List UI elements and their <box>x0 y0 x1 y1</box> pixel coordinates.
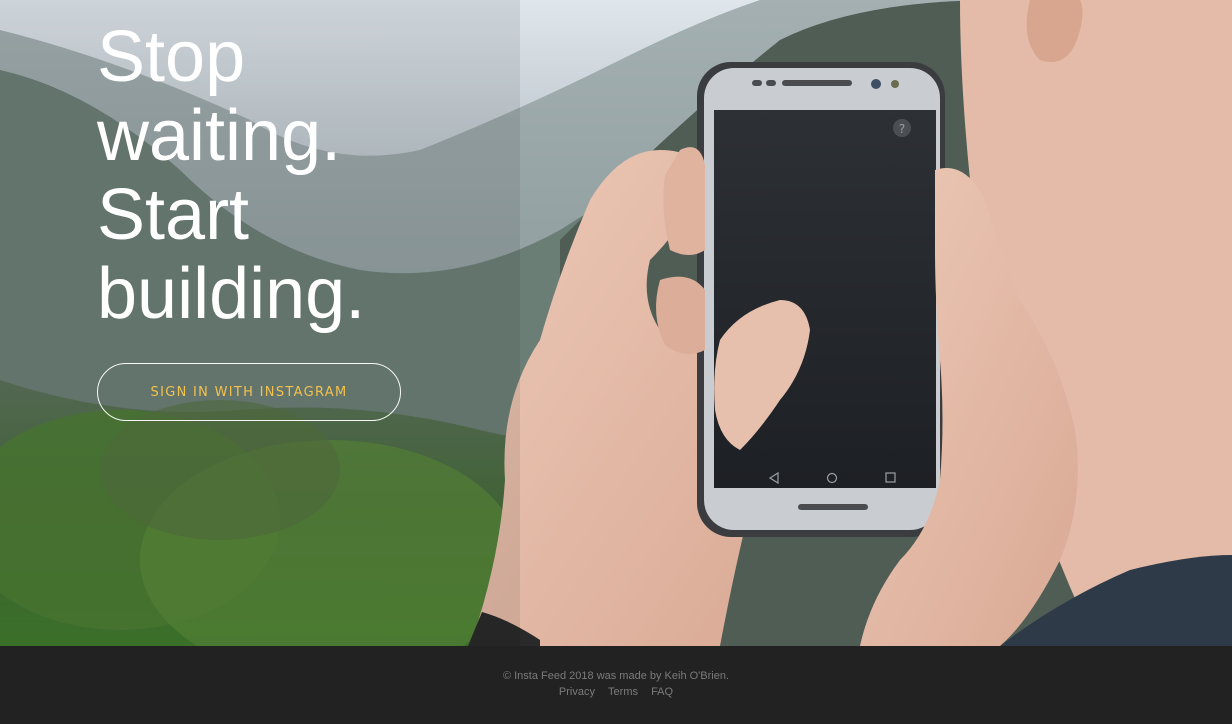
terms-link[interactable]: Terms <box>608 686 638 698</box>
headline-line-2: waiting. <box>97 96 342 176</box>
sign-in-button-label: SIGN IN WITH INSTAGRAM <box>150 384 348 400</box>
headline-line-1: Stop <box>97 17 246 97</box>
svg-text:?: ? <box>899 122 905 136</box>
hero-section: ? Stop waiting. Start building. SIGN IN … <box>0 0 1232 646</box>
copyright-text: © Insta Feed 2018 was made by Keih O'Bri… <box>502 670 730 682</box>
privacy-link[interactable]: Privacy <box>559 686 595 698</box>
footer: © Insta Feed 2018 was made by Keih O'Bri… <box>0 646 1232 724</box>
footer-links: Privacy Terms FAQ <box>0 686 1232 698</box>
page-headline: Stop waiting. Start building. <box>97 18 437 334</box>
headline-line-4: building. <box>97 254 366 334</box>
faq-link[interactable]: FAQ <box>651 686 673 698</box>
headline-line-3: Start <box>97 175 250 255</box>
sign-in-instagram-button[interactable]: SIGN IN WITH INSTAGRAM <box>97 363 401 421</box>
